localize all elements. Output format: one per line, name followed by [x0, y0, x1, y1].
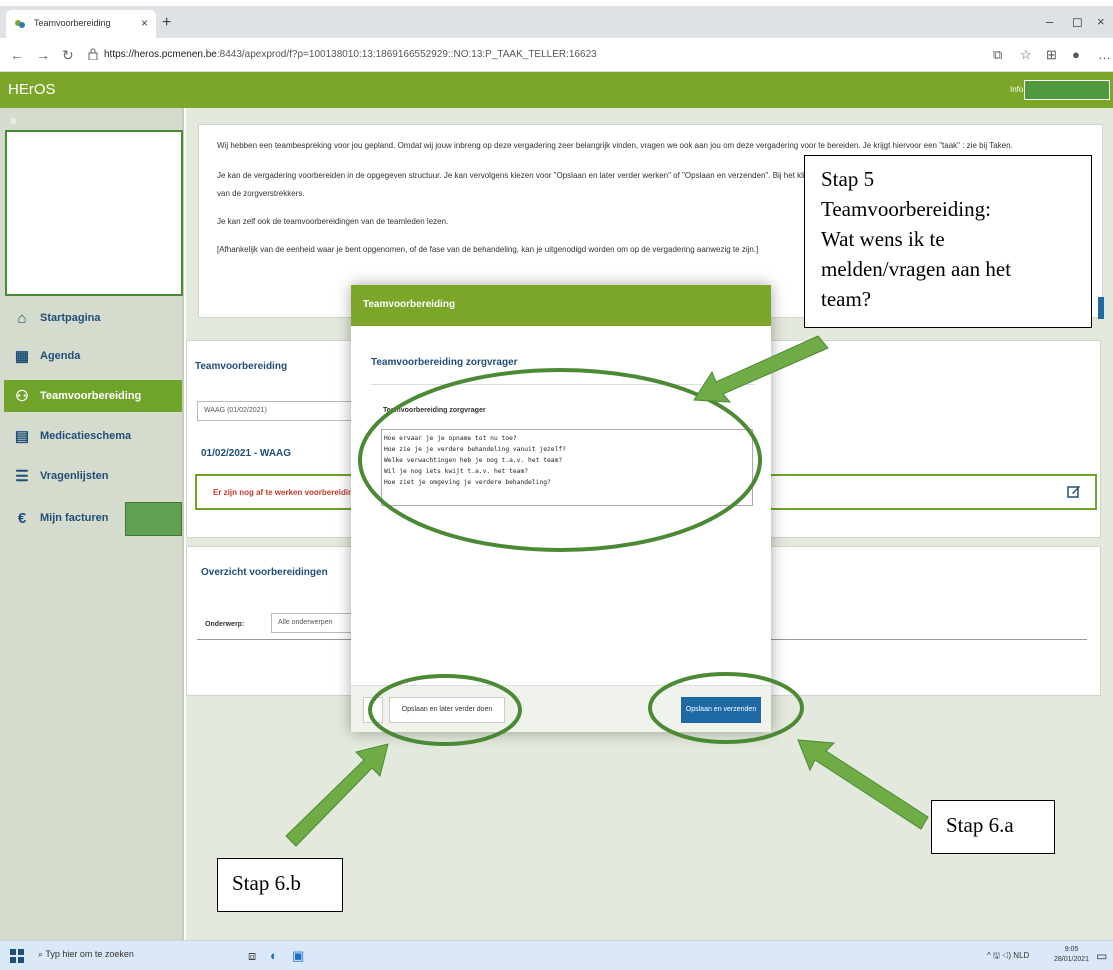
euro-icon: €: [17, 509, 27, 527]
clock-time: 9:05: [1064, 946, 1079, 953]
sidebar: ≡ ⌂ Startpagina ▦ Agenda ⚇ Teamvoorberei…: [0, 108, 184, 940]
user-info-box[interactable]: [1024, 80, 1110, 100]
clock-date: 28/01/2021: [1054, 956, 1090, 963]
notification-icon[interactable]: ▭: [1096, 949, 1107, 963]
panel-title: Teamvoorbereiding: [195, 361, 288, 372]
url-path: :8443/apexprod/f?p=100138010:13:18691665…: [216, 49, 597, 60]
maximize-icon[interactable]: ◻: [1072, 14, 1083, 30]
intro-text-line: Je kan de vergadering voorbereiden in de…: [217, 171, 822, 180]
window-close-icon[interactable]: ×: [1097, 14, 1105, 29]
textarea-line: Hoe ziet je omgeving je verdere behandel…: [384, 479, 551, 486]
callout-line: Stap 5: [821, 167, 875, 191]
panel-title: Overzicht voorbereidingen: [201, 567, 328, 578]
more-icon[interactable]: …: [1098, 47, 1111, 62]
meeting-select[interactable]: WAAG (01/02/2021): [197, 401, 372, 421]
menu-icon[interactable]: ≡: [10, 114, 17, 128]
textarea-line: Hoe zie je je verdere behandeling vanuit…: [384, 446, 566, 453]
app-brand[interactable]: HErOS: [8, 81, 56, 98]
warning-text: Er zijn nog af te werken voorbereiding: [213, 488, 358, 497]
favicon-icon: [15, 20, 25, 28]
app-header: HErOS Info: [0, 72, 1113, 108]
read-aloud-icon[interactable]: ⧉: [993, 47, 1002, 63]
document-icon: ▤: [14, 428, 30, 445]
taskbar-search-input[interactable]: ⌕ Typ hier om te zoeken: [38, 949, 134, 960]
favorite-star-icon[interactable]: ☆: [1020, 47, 1032, 63]
sidebar-item-vragenlijsten[interactable]: ☰ Vragenlijsten: [4, 460, 182, 492]
url-host: https://heros.pcmenen.be: [104, 49, 217, 60]
callout-stap6b: Stap 6.b: [217, 858, 343, 912]
intro-text-line: Je kan zelf ook de teamvoorbereidingen v…: [217, 217, 449, 226]
textarea-label: Teamvoorbereiding zorgvrager: [383, 407, 486, 414]
save-send-button[interactable]: Opslaan en verzenden: [681, 697, 761, 723]
edge-icon[interactable]: ◐: [270, 948, 278, 963]
facturen-badge-box: [125, 502, 182, 536]
modal-title: Teamvoorbereiding: [363, 299, 456, 310]
search-placeholder: Typ hier om te zoeken: [45, 949, 134, 959]
task-view-icon[interactable]: ⧈: [248, 948, 256, 964]
back-icon[interactable]: ←: [10, 47, 24, 63]
modal-subtitle: Teamvoorbereiding zorgvrager: [371, 357, 518, 368]
lock-icon: [88, 48, 98, 60]
profile-photo-box: [5, 130, 183, 296]
intro-action-button[interactable]: [1098, 297, 1104, 319]
callout-line: team?: [821, 287, 872, 311]
file-icon[interactable]: ▣: [292, 948, 304, 964]
windows-taskbar: ⌕ Typ hier om te zoeken ⧈ ◐ ▣ ^ 🖫 ◁) NLD…: [0, 940, 1113, 970]
windows-start-icon[interactable]: [10, 949, 24, 963]
sidebar-item-label: Medicatieschema: [40, 430, 132, 442]
onderwerp-select[interactable]: Alle onderwerpen: [271, 613, 361, 633]
collections-icon[interactable]: ⊞: [1046, 47, 1057, 63]
new-tab-icon[interactable]: +: [162, 14, 171, 32]
sidebar-item-medicatieschema[interactable]: ▤ Medicatieschema: [4, 420, 182, 452]
profile-icon[interactable]: ●: [1072, 47, 1080, 62]
info-label: Info: [1010, 85, 1024, 94]
minimize-icon[interactable]: –: [1046, 14, 1053, 29]
home-icon: ⌂: [17, 309, 27, 327]
sidebar-item-label: Agenda: [40, 350, 81, 362]
address-bar-row: ← → ↻ https://heros.pcmenen.be:8443/apex…: [0, 38, 1113, 72]
sidebar-item-label: Vragenlijsten: [40, 470, 109, 482]
refresh-icon[interactable]: ↻: [62, 47, 74, 64]
list-icon: ☰: [15, 468, 29, 485]
sidebar-item-label: Teamvoorbereiding: [40, 390, 142, 402]
browser-tab-bar: Teamvoorbereiding × + – ◻ ×: [0, 6, 1113, 38]
callout-stap5: Stap 5 Teamvoorbereiding: Wat wens ik te…: [804, 155, 1092, 328]
modal-footer: Opslaan en later verder doen Opslaan en …: [351, 685, 771, 732]
back-button[interactable]: [363, 697, 383, 723]
textarea-line: Wil je nog iets kwijt t.a.v. het team?: [384, 468, 529, 475]
textarea-line: Hoe ervaar je je opname tot nu toe?: [384, 435, 517, 442]
browser-tab[interactable]: Teamvoorbereiding ×: [6, 10, 156, 38]
intro-text-line: [Afhankelijk van de eenheid waar je bent…: [217, 245, 759, 254]
callout-line: Teamvoorbereiding:: [821, 197, 991, 221]
sidebar-item-agenda[interactable]: ▦ Agenda: [4, 340, 182, 372]
callout-line: melden/vragen aan het: [821, 257, 1012, 281]
forward-icon[interactable]: →: [36, 47, 50, 63]
edit-icon[interactable]: [1067, 484, 1081, 498]
divider: [371, 384, 755, 385]
tab-title: Teamvoorbereiding: [34, 18, 111, 28]
calendar-icon: ▦: [14, 348, 30, 365]
textarea-line: Welke verwachtingen heb je nog t.a.v. he…: [384, 457, 563, 464]
callout-stap6a: Stap 6.a: [931, 800, 1055, 854]
onderwerp-label: Onderwerp:: [205, 621, 245, 628]
url-field[interactable]: https://heros.pcmenen.be:8443/apexprod/f…: [104, 49, 597, 60]
teamvoorbereiding-textarea[interactable]: Hoe ervaar je je opname tot nu toe? Hoe …: [381, 429, 753, 506]
save-later-button[interactable]: Opslaan en later verder doen: [389, 697, 505, 723]
teamvoorbereiding-modal: Teamvoorbereiding Teamvoorbereiding zorg…: [351, 285, 771, 732]
sidebar-item-label: Mijn facturen: [40, 512, 109, 524]
modal-header: Teamvoorbereiding: [351, 285, 771, 326]
tab-close-icon[interactable]: ×: [141, 16, 148, 30]
system-tray[interactable]: ^ 🖫 ◁) NLD: [987, 950, 1029, 964]
sidebar-item-teamvoorbereiding[interactable]: ⚇ Teamvoorbereiding: [4, 380, 182, 412]
meeting-date-heading: 01/02/2021 - WAAG: [201, 448, 292, 459]
sidebar-item-label: Startpagina: [40, 312, 101, 324]
callout-line: Wat wens ik te: [821, 227, 945, 251]
team-icon: ⚇: [15, 388, 29, 405]
clock[interactable]: 9:05 28/01/2021: [1054, 945, 1089, 965]
intro-text-line: Wij hebben een teambespreking voor jou g…: [217, 141, 1013, 150]
intro-text-line: van de zorgverstrekkers.: [217, 189, 305, 198]
sidebar-item-startpagina[interactable]: ⌂ Startpagina: [4, 302, 182, 334]
